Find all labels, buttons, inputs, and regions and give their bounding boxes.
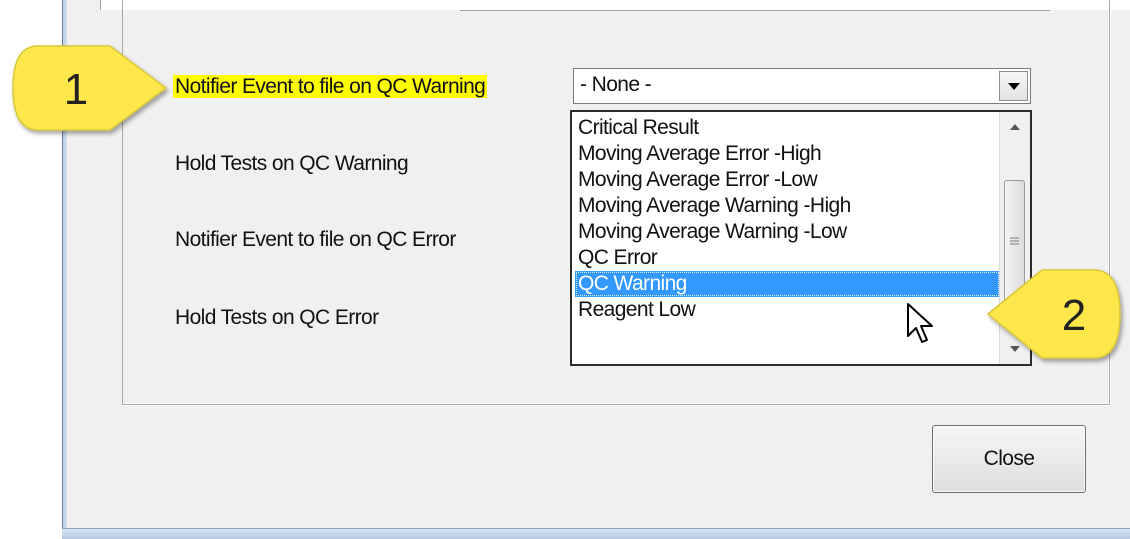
callout-2-number: 2 <box>1062 291 1086 340</box>
hold-tests-qc-warning-label: Hold Tests on QC Warning <box>175 152 409 175</box>
notifier-qc-error-label: Notifier Event to file on QC Error <box>175 228 456 251</box>
arrow-up-icon[interactable] <box>1000 114 1030 140</box>
option-moving-average-warning-low[interactable]: Moving Average Warning -Low <box>575 219 1000 245</box>
callout-2-badge: 2 <box>986 269 1121 359</box>
option-critical-result[interactable]: Critical Result <box>575 115 1000 141</box>
chevron-down-icon[interactable] <box>999 71 1028 101</box>
combobox-value: - None - <box>580 73 652 96</box>
option-moving-average-error-low[interactable]: Moving Average Error -Low <box>575 167 1000 193</box>
window-frame-bottom <box>62 528 1130 539</box>
callout-1-number: 1 <box>64 65 88 114</box>
notifier-event-dropdown-list[interactable]: Critical Result Moving Average Error -Hi… <box>570 110 1032 366</box>
option-moving-average-warning-high[interactable]: Moving Average Warning -High <box>575 193 1000 219</box>
option-reagent-low[interactable]: Reagent Low <box>575 297 1000 323</box>
mouse-cursor-icon <box>907 303 933 343</box>
option-moving-average-error-high[interactable]: Moving Average Error -High <box>575 141 1000 167</box>
close-button[interactable]: Close <box>932 425 1086 493</box>
notifier-event-combobox[interactable]: - None - <box>573 68 1031 104</box>
option-qc-error[interactable]: QC Error <box>575 245 1000 271</box>
grip-icon <box>1010 237 1019 245</box>
highlighted-label-text: Notifier Event to file on QC Warning <box>173 75 488 98</box>
callout-1-badge: 1 <box>12 45 168 131</box>
hold-tests-qc-error-label: Hold Tests on QC Error <box>175 306 379 329</box>
qc-warning-option[interactable]: QC Warning <box>575 271 1000 297</box>
notifier-qc-warning-label: Notifier Event to file on QC Warning <box>173 74 488 100</box>
